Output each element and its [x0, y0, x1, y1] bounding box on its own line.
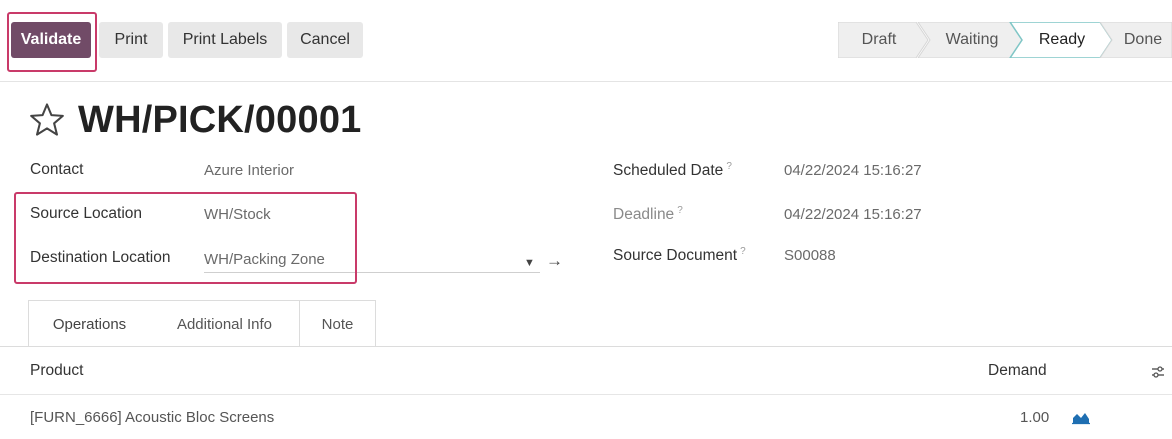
destination-field-underline	[204, 272, 540, 273]
stage-draft[interactable]: Draft	[838, 22, 920, 58]
stage-done[interactable]: Done	[1114, 22, 1172, 58]
help-icon[interactable]: ?	[740, 246, 746, 257]
validate-button[interactable]: Validate	[11, 22, 91, 58]
internal-link-arrow-icon[interactable]: →	[546, 251, 563, 271]
destination-location-label: Destination Location	[30, 249, 171, 266]
print-button[interactable]: Print	[99, 22, 163, 58]
forecast-chart-icon[interactable]	[1071, 409, 1091, 425]
table-cell-product[interactable]: [FURN_6666] Acoustic Bloc Screens	[30, 409, 274, 426]
stage-ready[interactable]: Ready	[1022, 22, 1102, 58]
optional-columns-icon[interactable]	[1150, 364, 1166, 380]
scheduled-date-field[interactable]: 04/22/2024 15:16:27	[784, 162, 922, 179]
contact-field[interactable]: Azure Interior	[204, 162, 294, 179]
deadline-label: Deadline?	[613, 205, 683, 224]
stage-waiting[interactable]: Waiting	[930, 22, 1014, 58]
tabs-divider	[0, 346, 1172, 347]
tab-operations[interactable]: Operations	[28, 300, 151, 347]
destination-location-field[interactable]: WH/Packing Zone	[204, 251, 325, 268]
print-labels-button[interactable]: Print Labels	[168, 22, 282, 58]
source-document-label: Source Document?	[613, 246, 746, 265]
help-icon[interactable]: ?	[677, 205, 683, 216]
table-header-divider	[0, 394, 1172, 395]
deadline-field[interactable]: 04/22/2024 15:16:27	[784, 206, 922, 223]
dropdown-caret-icon[interactable]: ▼	[524, 257, 535, 269]
contact-label: Contact	[30, 161, 84, 178]
source-location-field[interactable]: WH/Stock	[204, 206, 271, 223]
record-title-row: WH/PICK/00001	[28, 98, 361, 142]
control-panel: Validate Print Print Labels Cancel Draft…	[0, 0, 1172, 82]
page-title: WH/PICK/00001	[78, 98, 362, 141]
scheduled-date-label: Scheduled Date?	[613, 161, 732, 180]
column-header-demand[interactable]: Demand	[988, 362, 1047, 380]
cancel-button[interactable]: Cancel	[287, 22, 363, 58]
star-icon[interactable]	[28, 101, 66, 139]
column-header-product[interactable]: Product	[30, 362, 83, 380]
tab-note[interactable]: Note	[299, 300, 376, 347]
tab-additional-info[interactable]: Additional Info	[150, 300, 300, 347]
help-icon[interactable]: ?	[726, 161, 732, 172]
source-document-field[interactable]: S00088	[784, 247, 836, 264]
source-location-label: Source Location	[30, 205, 143, 222]
table-cell-demand[interactable]: 1.00	[1020, 409, 1049, 426]
